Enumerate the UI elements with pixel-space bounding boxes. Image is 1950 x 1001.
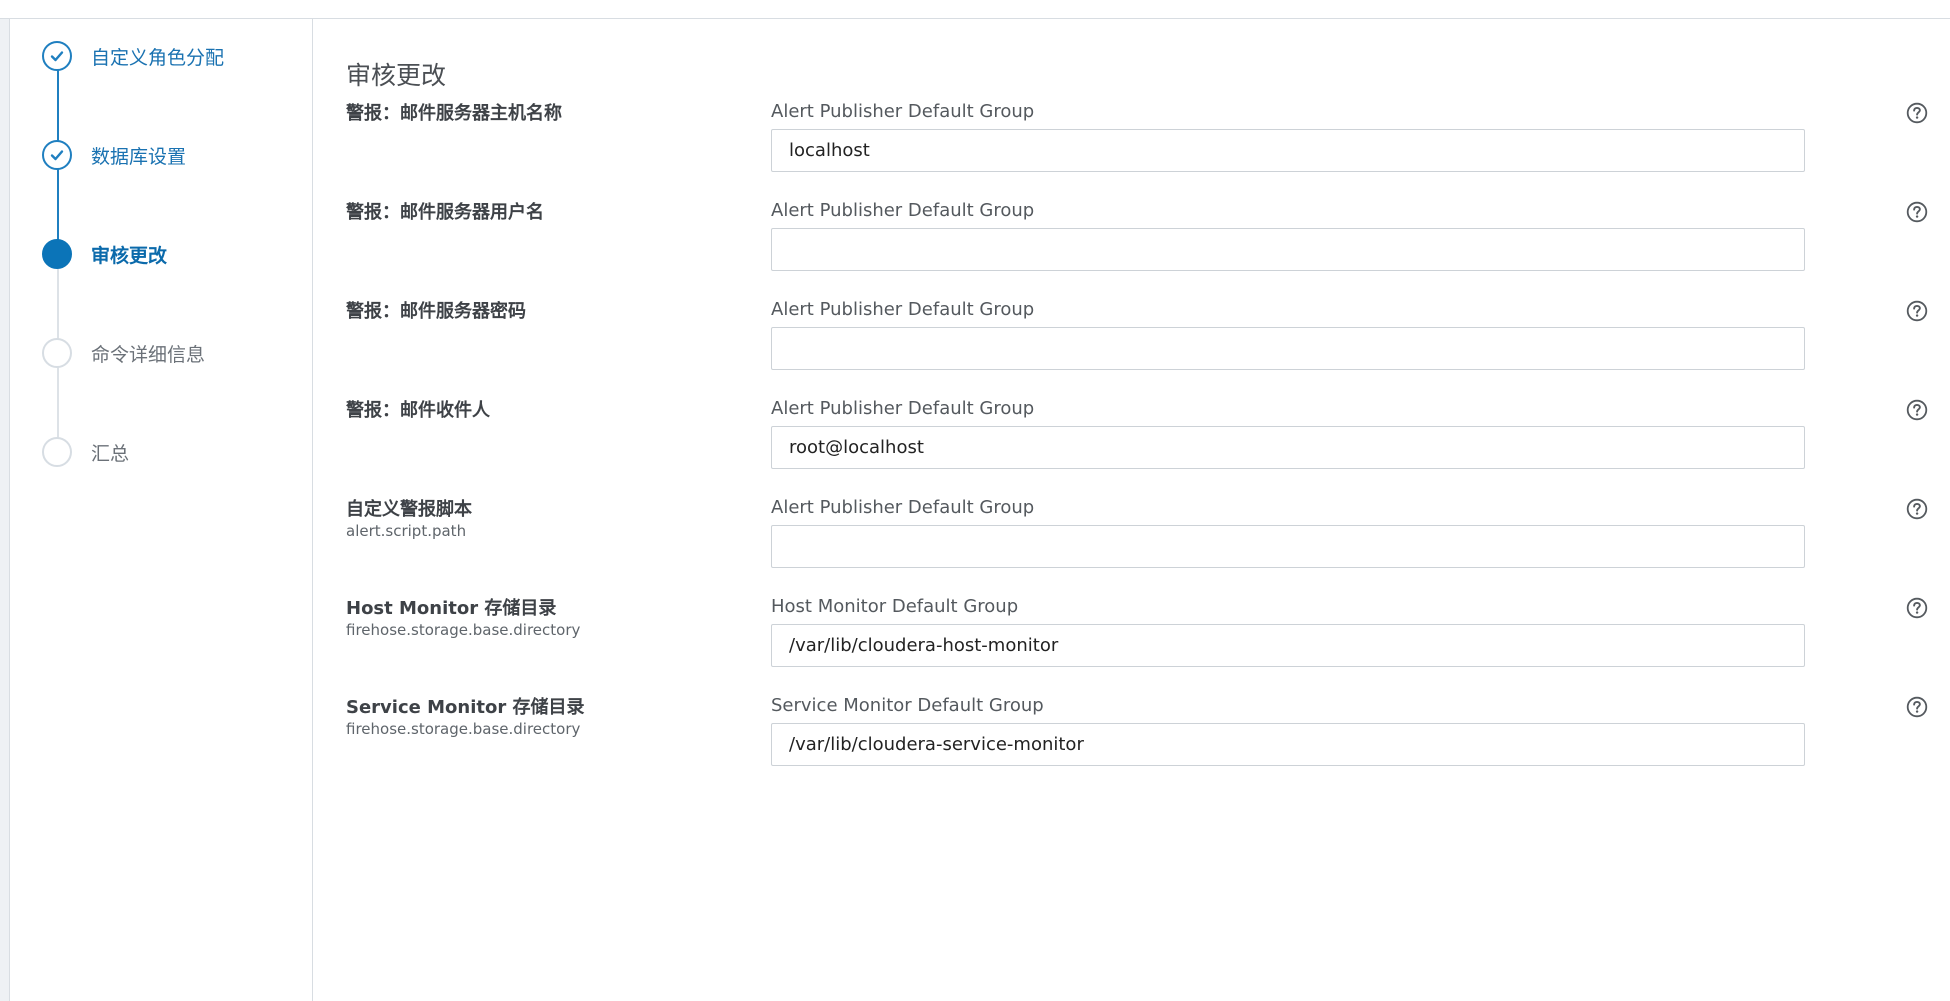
mail-server-password-input[interactable] xyxy=(771,327,1805,370)
property-name: Service Monitor 存储目录 xyxy=(346,697,585,718)
check-icon xyxy=(42,41,72,71)
mail-server-host-input[interactable] xyxy=(771,129,1805,172)
left-edge-strip xyxy=(0,19,10,1001)
service-monitor-storage-dir-input[interactable] xyxy=(771,723,1805,766)
role-group-label: Alert Publisher Default Group xyxy=(771,299,1035,320)
help-icon[interactable] xyxy=(1906,597,1928,619)
top-bar xyxy=(0,0,1950,19)
property-row: 警报：邮件收件人 Alert Publisher Default Group xyxy=(346,396,1928,506)
wizard-step-database-setup[interactable]: 数据库设置 xyxy=(42,135,186,175)
role-group-label: Host Monitor Default Group xyxy=(771,596,1019,617)
wizard-sidebar: 自定义角色分配 数据库设置 审核更改 命令详细信息 汇总 xyxy=(10,19,313,1001)
review-changes-panel: 审核更改 警报：邮件服务器主机名称 Alert Publisher Defaul… xyxy=(313,19,1950,1001)
property-row: 警报：邮件服务器主机名称 Alert Publisher Default Gro… xyxy=(346,99,1928,209)
wizard-step-label: 自定义角色分配 xyxy=(91,46,225,69)
wizard-step-label: 数据库设置 xyxy=(91,145,187,168)
wizard-step-review-changes[interactable]: 审核更改 xyxy=(42,234,167,274)
host-monitor-storage-dir-input[interactable] xyxy=(771,624,1805,667)
wizard-step-label: 汇总 xyxy=(91,442,130,465)
property-name: 警报：邮件服务器主机名称 xyxy=(346,103,562,124)
property-key: firehose.storage.base.directory xyxy=(346,621,581,639)
property-key: firehose.storage.base.directory xyxy=(346,720,581,738)
property-row: Host Monitor 存储目录 firehose.storage.base.… xyxy=(346,594,1928,704)
property-row: 警报：邮件服务器用户名 Alert Publisher Default Grou… xyxy=(346,198,1928,308)
property-name: 警报：邮件服务器密码 xyxy=(346,301,526,322)
property-key: alert.script.path xyxy=(346,522,467,540)
role-group-label: Alert Publisher Default Group xyxy=(771,101,1035,122)
help-icon[interactable] xyxy=(1906,300,1928,322)
help-icon[interactable] xyxy=(1906,201,1928,223)
property-row: Service Monitor 存储目录 firehose.storage.ba… xyxy=(346,693,1928,803)
mail-recipients-input[interactable] xyxy=(771,426,1805,469)
page-title: 审核更改 xyxy=(346,61,447,90)
property-name: 警报：邮件收件人 xyxy=(346,400,490,421)
property-name: 警报：邮件服务器用户名 xyxy=(346,202,544,223)
role-group-label: Alert Publisher Default Group xyxy=(771,497,1035,518)
wizard-step-label: 命令详细信息 xyxy=(91,343,206,366)
property-name: Host Monitor 存储目录 xyxy=(346,598,557,619)
help-icon[interactable] xyxy=(1906,498,1928,520)
wizard-step-summary: 汇总 xyxy=(42,432,129,472)
wizard-step-custom-role-assignment[interactable]: 自定义角色分配 xyxy=(42,36,224,76)
wizard-step-command-details: 命令详细信息 xyxy=(42,333,205,373)
help-icon[interactable] xyxy=(1906,399,1928,421)
check-icon xyxy=(42,140,72,170)
help-icon[interactable] xyxy=(1906,102,1928,124)
wizard-step-label: 审核更改 xyxy=(91,244,168,267)
role-group-label: Alert Publisher Default Group xyxy=(771,200,1035,221)
alert-script-path-input[interactable] xyxy=(771,525,1805,568)
role-group-label: Alert Publisher Default Group xyxy=(771,398,1035,419)
role-group-label: Service Monitor Default Group xyxy=(771,695,1044,716)
mail-server-username-input[interactable] xyxy=(771,228,1805,271)
active-step-dot-icon xyxy=(42,239,72,269)
pending-step-circle-icon xyxy=(42,338,72,368)
property-name: 自定义警报脚本 xyxy=(346,499,472,520)
help-icon[interactable] xyxy=(1906,696,1928,718)
property-row: 自定义警报脚本 alert.script.path Alert Publishe… xyxy=(346,495,1928,605)
property-row: 警报：邮件服务器密码 Alert Publisher Default Group xyxy=(346,297,1928,407)
pending-step-circle-icon xyxy=(42,437,72,467)
